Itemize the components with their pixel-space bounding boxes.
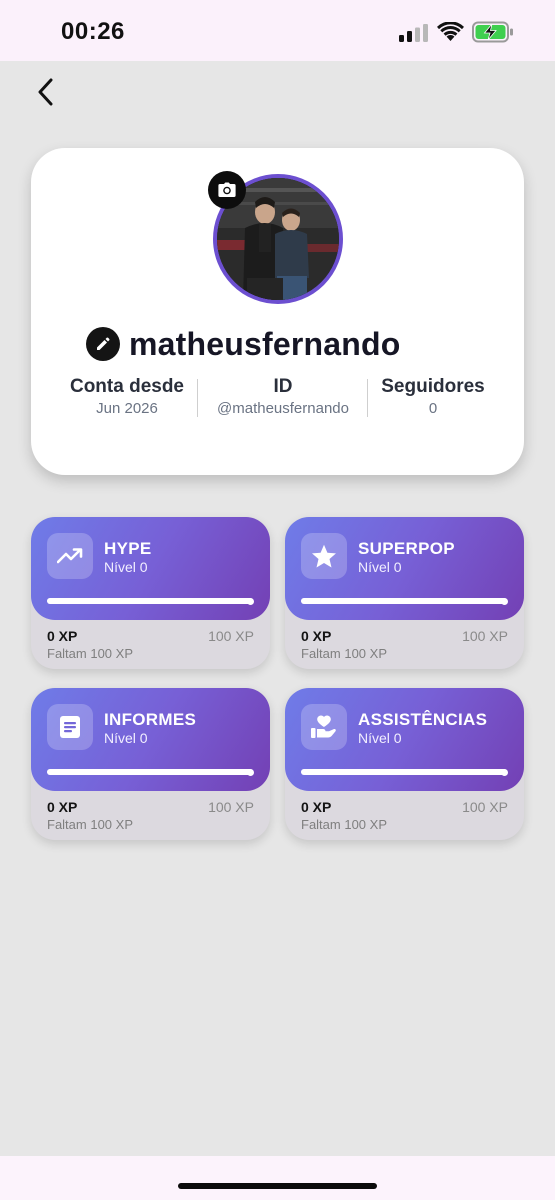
level-icon-tile <box>47 704 93 750</box>
stat-label: Conta desde <box>69 376 185 397</box>
stat-followers[interactable]: Seguidores 0 <box>369 376 497 419</box>
level-progress-track <box>47 768 254 776</box>
level-progress-knob <box>501 597 508 605</box>
profile-card: matheusfernando Conta desde Jun 2026 ID … <box>31 148 524 475</box>
xp-current: 0 XP <box>301 799 332 815</box>
level-number: Nível 0 <box>358 730 402 746</box>
battery-charging-icon <box>472 21 513 43</box>
level-number: Nível 0 <box>104 730 148 746</box>
document-icon <box>60 716 80 738</box>
level-card-header: INFORMES Nível 0 <box>31 688 270 791</box>
xp-remaining: Faltam 100 XP <box>301 817 387 832</box>
level-number: Nível 0 <box>104 559 148 575</box>
level-progress-knob <box>247 597 254 605</box>
xp-remaining: Faltam 100 XP <box>47 646 133 661</box>
level-progress-track <box>301 597 508 605</box>
stat-id: ID @matheusfernando <box>201 376 365 419</box>
chevron-left-icon <box>38 78 53 106</box>
xp-current: 0 XP <box>47 628 78 644</box>
stat-divider <box>197 379 198 417</box>
wifi-icon <box>437 22 464 41</box>
stat-divider <box>367 379 368 417</box>
level-progress-track <box>301 768 508 776</box>
hand-heart-icon <box>311 715 336 738</box>
stat-label: Seguidores <box>381 376 485 397</box>
username: matheusfernando <box>129 325 401 362</box>
back-button[interactable] <box>28 74 62 110</box>
trending-up-icon <box>57 548 83 564</box>
level-progress-knob <box>501 768 508 776</box>
level-progress-fill <box>47 597 254 605</box>
stat-value: Jun 2026 <box>96 400 158 417</box>
edit-username-button[interactable] <box>86 327 120 361</box>
cellular-signal-icon <box>399 24 428 42</box>
level-card-header: ASSISTÊNCIAS Nível 0 <box>285 688 524 791</box>
status-time: 00:26 <box>61 18 125 45</box>
star-icon <box>312 544 336 567</box>
xp-max: 100 XP <box>462 799 508 815</box>
level-card-header: HYPE Nível 0 <box>31 517 270 620</box>
level-icon-tile <box>301 704 347 750</box>
stat-value: 0 <box>428 400 438 417</box>
xp-current: 0 XP <box>47 799 78 815</box>
level-title: ASSISTÊNCIAS <box>358 710 488 729</box>
stat-account-since: Conta desde Jun 2026 <box>55 376 199 419</box>
level-progress-knob <box>247 768 254 776</box>
change-photo-button[interactable] <box>208 171 246 209</box>
xp-remaining: Faltam 100 XP <box>47 817 133 832</box>
profile-stats: Conta desde Jun 2026 ID @matheusfernando… <box>31 376 524 420</box>
level-title: HYPE <box>104 539 152 558</box>
level-icon-tile <box>47 533 93 579</box>
stat-value: @matheusfernando <box>217 400 349 417</box>
level-icon-tile <box>301 533 347 579</box>
level-card-assistencias[interactable]: ASSISTÊNCIAS Nível 0 0 XP 100 XP Faltam … <box>285 688 524 840</box>
level-progress-fill <box>301 597 508 605</box>
level-card-hype[interactable]: HYPE Nível 0 0 XP 100 XP Faltam 100 XP <box>31 517 270 669</box>
level-number: Nível 0 <box>358 559 402 575</box>
xp-max: 100 XP <box>208 799 254 815</box>
level-progress-track <box>47 597 254 605</box>
level-progress-fill <box>47 768 254 776</box>
home-indicator[interactable] <box>178 1183 377 1189</box>
pencil-icon <box>97 337 110 350</box>
home-bar-area <box>0 1156 555 1200</box>
xp-current: 0 XP <box>301 628 332 644</box>
level-title: INFORMES <box>104 710 197 729</box>
stat-label: ID <box>273 376 293 397</box>
status-bar: 00:26 <box>0 0 555 61</box>
level-progress-fill <box>301 768 508 776</box>
level-card-header: SUPERPOP Nível 0 <box>285 517 524 620</box>
level-card-informes[interactable]: INFORMES Nível 0 0 XP 100 XP Faltam 100 … <box>31 688 270 840</box>
xp-max: 100 XP <box>208 628 254 644</box>
xp-max: 100 XP <box>462 628 508 644</box>
username-row: matheusfernando <box>86 326 400 362</box>
xp-remaining: Faltam 100 XP <box>301 646 387 661</box>
level-card-superpop[interactable]: SUPERPOP Nível 0 0 XP 100 XP Faltam 100 … <box>285 517 524 669</box>
level-title: SUPERPOP <box>358 539 455 558</box>
camera-icon <box>218 182 236 197</box>
